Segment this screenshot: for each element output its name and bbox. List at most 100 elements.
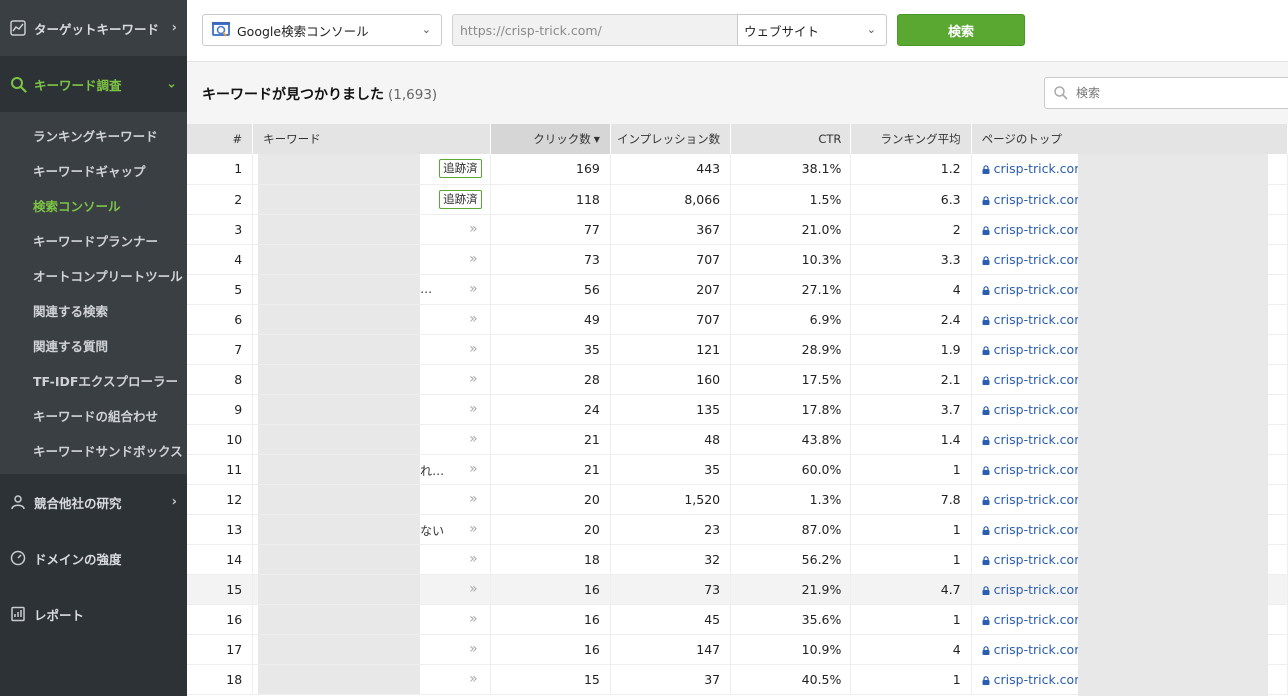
tracked-badge[interactable]: 追跡済 [439,189,482,209]
keyword-cell[interactable]: » [252,334,491,365]
double-chevron-icon[interactable]: » [469,521,478,537]
ctr-cell: 27.1% [730,274,852,305]
keyword-cell[interactable]: » [252,484,491,515]
sidebar-item-autocomplete[interactable]: オートコンプリートツール [0,258,187,293]
impressions-cell: 707 [610,304,732,335]
redacted-keyword [258,544,421,573]
col-impressions[interactable]: インプレッション数 [610,124,732,154]
keyword-cell[interactable]: » [252,244,491,275]
col-keyword[interactable]: キーワード [252,124,491,154]
sidebar-item-keyword-sandbox[interactable]: キーワードサンドボックス [0,433,187,468]
keyword-cell[interactable]: » [252,424,491,455]
sidebar-item-tfidf-explorer[interactable]: TF-IDFエクスプローラー [0,363,187,398]
top-page-link[interactable]: crisp-trick.com/ [994,372,1091,387]
double-chevron-icon[interactable]: » [469,461,478,477]
col-rank-average[interactable]: ランキング平均 [850,124,972,154]
keyword-cell[interactable]: …» [252,274,491,305]
top-page-link[interactable]: crisp-trick.com/ [994,402,1091,417]
top-page-link[interactable]: crisp-trick.com/ [994,522,1091,537]
double-chevron-icon[interactable]: » [469,551,478,567]
double-chevron-icon[interactable]: » [469,371,478,387]
keyword-cell[interactable]: » [252,304,491,335]
row-number: 13 [187,514,254,545]
sidebar-item-ranking-keywords[interactable]: ランキングキーワード [0,118,187,153]
double-chevron-icon[interactable]: » [469,641,478,657]
sidebar-item-keyword-planner[interactable]: キーワードプランナー [0,223,187,258]
double-chevron-icon[interactable]: » [469,341,478,357]
top-page-link[interactable]: crisp-trick.com/ [994,642,1091,657]
double-chevron-icon[interactable]: » [469,281,478,297]
source-dropdown[interactable]: Google検索コンソール ⌄ [202,14,442,46]
keyword-cell[interactable]: » [252,214,491,245]
double-chevron-icon[interactable]: » [469,581,478,597]
top-page-link[interactable]: crisp-trick.com/ [994,282,1091,297]
filter-search-input[interactable] [1044,77,1288,109]
lock-icon [982,255,990,265]
keyword-cell[interactable]: » [252,544,491,575]
keyword-cell[interactable]: » [252,664,491,695]
top-page-link[interactable]: crisp-trick.com/ [994,342,1091,357]
lock-icon [982,195,990,205]
sidebar-item-keyword-research[interactable]: キーワード調査 ⌄ [0,56,187,112]
top-page-link[interactable]: crisp-trick.com/ [994,612,1091,627]
sidebar-item-target-keywords[interactable]: ターゲットキーワード › [0,0,187,56]
top-page-link[interactable]: crisp-trick.com/ [994,492,1091,507]
keyword-cell[interactable]: » [252,604,491,635]
clicks-cell: 16 [490,634,611,665]
col-number[interactable]: # [187,124,254,154]
top-page-link[interactable]: crisp-trick.com/ [994,462,1091,477]
source-label: Google検索コンソール [237,23,369,39]
top-page-link[interactable]: crisp-trick.com/ [994,672,1091,687]
top-page-link[interactable]: crisp-trick.com/ [994,222,1091,237]
top-page-link[interactable]: crisp-trick.com/ [994,252,1091,267]
chevron-down-icon: ⌄ [866,23,876,36]
top-page-link[interactable]: crisp-trick.com/ [994,312,1091,327]
top-page-link[interactable]: crisp-trick.com/ [994,192,1091,207]
keyword-cell[interactable]: 追跡済 [252,184,491,215]
tracked-badge[interactable]: 追跡済 [439,159,482,178]
double-chevron-icon[interactable]: » [469,611,478,627]
double-chevron-icon[interactable]: » [469,671,478,687]
sidebar-item-related-searches[interactable]: 関連する検索 [0,293,187,328]
keyword-cell[interactable]: » [252,394,491,425]
results-title-text: キーワードが見つかりました [202,87,384,103]
col-top-page[interactable]: ページのトップ [971,124,1288,154]
top-page-link[interactable]: crisp-trick.com/ [994,432,1091,447]
search-button[interactable]: 検索 [897,14,1025,46]
clicks-cell: 24 [490,394,611,425]
double-chevron-icon[interactable]: » [469,431,478,447]
col-ctr[interactable]: CTR [730,124,852,154]
double-chevron-icon[interactable]: » [469,401,478,417]
scope-dropdown[interactable]: ウェブサイト ⌄ [737,14,887,46]
keyword-cell[interactable]: » [252,634,491,665]
row-number: 6 [187,304,254,335]
col-clicks-label: クリック数 [533,132,591,146]
sidebar-item-keyword-gap[interactable]: キーワードギャップ [0,153,187,188]
double-chevron-icon[interactable]: » [469,251,478,267]
keyword-cell[interactable]: ない » [252,514,491,545]
sidebar-item-competitor-research[interactable]: 競合他社の研究 › [0,474,187,530]
top-page-link[interactable]: crisp-trick.com/ [994,161,1091,176]
lock-icon [982,285,990,295]
sidebar-item-domain-strength[interactable]: ドメインの強度 [0,530,187,586]
top-page-link[interactable]: crisp-trick.com/ [994,552,1091,567]
double-chevron-icon[interactable]: » [469,491,478,507]
impressions-cell: 37 [610,664,732,695]
top-page-link[interactable]: crisp-trick.com/ [994,582,1091,597]
url-input[interactable] [452,14,738,46]
sidebar-item-label: レポート [34,607,85,623]
rank-cell: 4.7 [850,574,972,605]
impressions-cell: 160 [610,364,732,395]
double-chevron-icon[interactable]: » [469,221,478,237]
double-chevron-icon[interactable]: » [469,311,478,327]
row-number: 14 [187,544,254,575]
col-clicks[interactable]: クリック数 ▼ [490,124,611,154]
keyword-cell[interactable]: » [252,574,491,605]
sidebar-item-related-questions[interactable]: 関連する質問 [0,328,187,363]
sidebar-item-search-console[interactable]: 検索コンソール [0,188,187,223]
keyword-cell[interactable]: » [252,364,491,395]
sidebar-item-keyword-combination[interactable]: キーワードの組合わせ [0,398,187,433]
sidebar-item-reports[interactable]: レポート [0,586,187,642]
keyword-cell[interactable]: れ… » [252,454,491,485]
keyword-cell[interactable]: 追跡済 [252,154,491,185]
